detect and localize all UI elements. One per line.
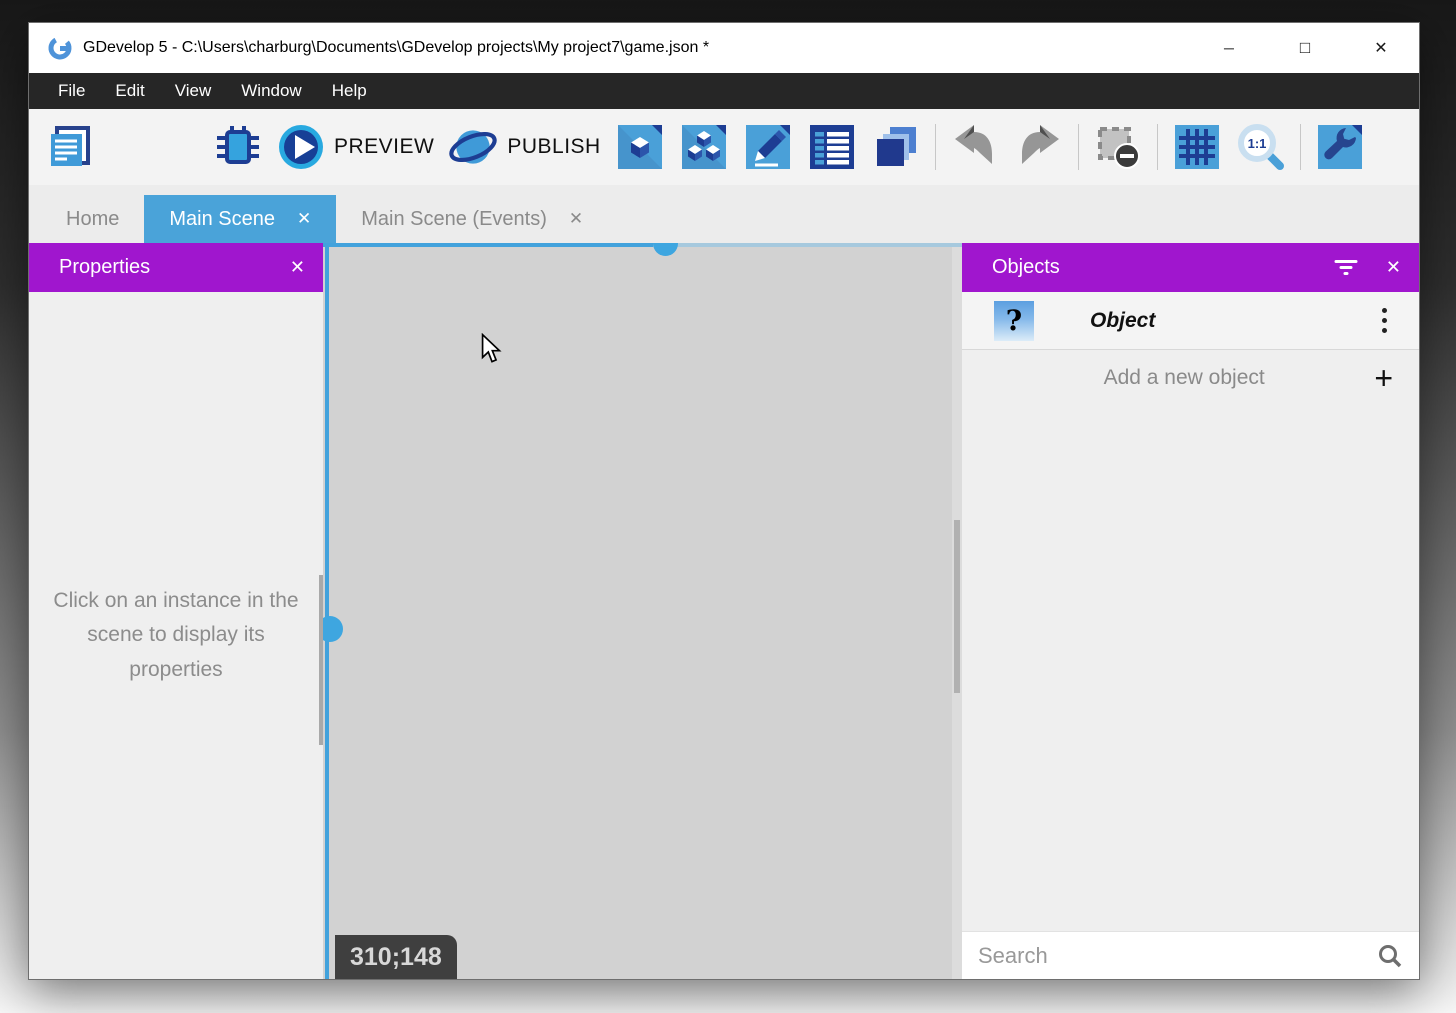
plus-icon[interactable]: + bbox=[1374, 362, 1393, 394]
preview-button[interactable]: PREVIEW bbox=[277, 123, 434, 171]
scene-canvas[interactable]: 310;148 bbox=[323, 243, 962, 979]
play-icon bbox=[277, 123, 325, 171]
search-icon[interactable] bbox=[1377, 943, 1403, 969]
canvas-scrollbar-thumb[interactable] bbox=[954, 520, 960, 693]
tab-home[interactable]: Home bbox=[41, 195, 144, 243]
objects-header: Objects ✕ bbox=[962, 243, 1419, 292]
tab-label: Main Scene (Events) bbox=[361, 208, 547, 231]
main-content: Properties ✕ Click on an instance in the… bbox=[29, 243, 1419, 979]
object-thumbnail-question-icon: ? bbox=[994, 301, 1034, 341]
objects-search-bar bbox=[962, 931, 1419, 979]
cursor-coordinates-badge: 310;148 bbox=[335, 935, 457, 979]
objects-panel: Objects ✕ ? Object bbox=[962, 243, 1419, 979]
close-button[interactable]: ✕ bbox=[1343, 23, 1419, 73]
svg-text:1:1: 1:1 bbox=[1247, 136, 1266, 151]
object-list-item[interactable]: ? Object bbox=[962, 292, 1419, 350]
toolbar-separator bbox=[1078, 124, 1079, 170]
project-manager-icon bbox=[46, 123, 94, 171]
resize-handle-left[interactable] bbox=[323, 616, 343, 642]
publish-button[interactable]: PUBLISH bbox=[448, 122, 600, 172]
edit-objects-button[interactable] bbox=[679, 122, 729, 172]
properties-header: Properties ✕ bbox=[29, 243, 323, 292]
toolbar-separator bbox=[935, 124, 936, 170]
mouse-cursor-icon bbox=[479, 333, 503, 365]
edit-scene-events-button[interactable] bbox=[743, 122, 793, 172]
objects-empty-area bbox=[962, 406, 1419, 931]
zoom-1-1-icon: 1:1 bbox=[1237, 123, 1285, 171]
edit-scene-button[interactable] bbox=[615, 122, 665, 172]
redo-button[interactable] bbox=[1014, 122, 1064, 172]
add-object-row[interactable]: Add a new object + bbox=[962, 350, 1419, 406]
grid-icon bbox=[1173, 123, 1221, 171]
maximize-button[interactable]: □ bbox=[1267, 23, 1343, 73]
resize-handle-top[interactable] bbox=[653, 243, 678, 256]
objects-title: Objects bbox=[992, 256, 1060, 279]
menu-view[interactable]: View bbox=[160, 73, 227, 109]
close-panel-icon[interactable]: ✕ bbox=[1386, 257, 1401, 278]
properties-title: Properties bbox=[59, 256, 150, 279]
toolbar-separator bbox=[1157, 124, 1158, 170]
title-bar: GDevelop 5 - C:\Users\charburg\Documents… bbox=[29, 23, 1419, 73]
search-input[interactable] bbox=[978, 943, 1369, 969]
debugger-button[interactable] bbox=[213, 122, 263, 172]
scene-window-border-top bbox=[323, 243, 653, 247]
close-panel-icon[interactable]: ✕ bbox=[290, 257, 305, 278]
menu-help[interactable]: Help bbox=[317, 73, 382, 109]
object-menu-kebab-icon[interactable] bbox=[1374, 302, 1395, 340]
gdevelop-window: GDevelop 5 - C:\Users\charburg\Documents… bbox=[28, 22, 1420, 980]
tab-close-icon[interactable]: ✕ bbox=[297, 209, 311, 229]
tab-main-scene[interactable]: Main Scene ✕ bbox=[144, 195, 336, 243]
minimize-button[interactable]: ─ bbox=[1191, 23, 1267, 73]
publish-label: PUBLISH bbox=[507, 135, 600, 159]
layers-button[interactable] bbox=[871, 122, 921, 172]
toggle-grid-button[interactable] bbox=[1172, 122, 1222, 172]
deselect-all-button[interactable] bbox=[1093, 122, 1143, 172]
add-object-label: Add a new object bbox=[994, 366, 1374, 390]
preview-label: PREVIEW bbox=[334, 135, 434, 159]
tab-label: Main Scene bbox=[169, 208, 275, 231]
tab-close-icon[interactable]: ✕ bbox=[569, 209, 583, 229]
object-name: Object bbox=[1090, 309, 1155, 333]
pencil-icon bbox=[744, 123, 792, 171]
gdevelop-logo-icon bbox=[47, 35, 73, 61]
deselect-icon bbox=[1094, 123, 1142, 171]
scene-properties-button[interactable] bbox=[1315, 122, 1365, 172]
menu-window[interactable]: Window bbox=[226, 73, 316, 109]
menu-bar: File Edit View Window Help bbox=[29, 73, 1419, 109]
wrench-icon bbox=[1316, 123, 1364, 171]
window-controls: ─ □ ✕ bbox=[1191, 23, 1419, 73]
menu-edit[interactable]: Edit bbox=[100, 73, 159, 109]
toolbar: PREVIEW PUBLISH bbox=[29, 109, 1419, 185]
properties-panel: Properties ✕ Click on an instance in the… bbox=[29, 243, 323, 979]
properties-body: Click on an instance in the scene to dis… bbox=[29, 292, 323, 979]
redo-icon bbox=[1015, 123, 1063, 171]
debugger-icon bbox=[214, 123, 262, 171]
zoom-original-button[interactable]: 1:1 bbox=[1236, 122, 1286, 172]
filter-icon[interactable] bbox=[1334, 259, 1358, 276]
undo-icon bbox=[951, 123, 999, 171]
menu-file[interactable]: File bbox=[43, 73, 100, 109]
scene-window-border-left bbox=[325, 243, 329, 979]
layers-icon bbox=[872, 123, 920, 171]
tab-main-scene-events[interactable]: Main Scene (Events) ✕ bbox=[336, 195, 608, 243]
undo-button[interactable] bbox=[950, 122, 1000, 172]
globe-icon bbox=[448, 122, 498, 172]
events-list-icon bbox=[808, 123, 856, 171]
objects-cubes-icon bbox=[680, 123, 728, 171]
events-sheet-button[interactable] bbox=[807, 122, 857, 172]
toolbar-separator bbox=[1300, 124, 1301, 170]
project-manager-button[interactable] bbox=[45, 122, 95, 172]
scene-cube-icon bbox=[616, 123, 664, 171]
tab-bar: Home Main Scene ✕ Main Scene (Events) ✕ bbox=[29, 185, 1419, 243]
tab-label: Home bbox=[66, 208, 119, 231]
properties-empty-message: Click on an instance in the scene to dis… bbox=[46, 584, 306, 688]
window-title: GDevelop 5 - C:\Users\charburg\Documents… bbox=[83, 39, 709, 57]
scene-window-border-top-light bbox=[653, 243, 962, 247]
